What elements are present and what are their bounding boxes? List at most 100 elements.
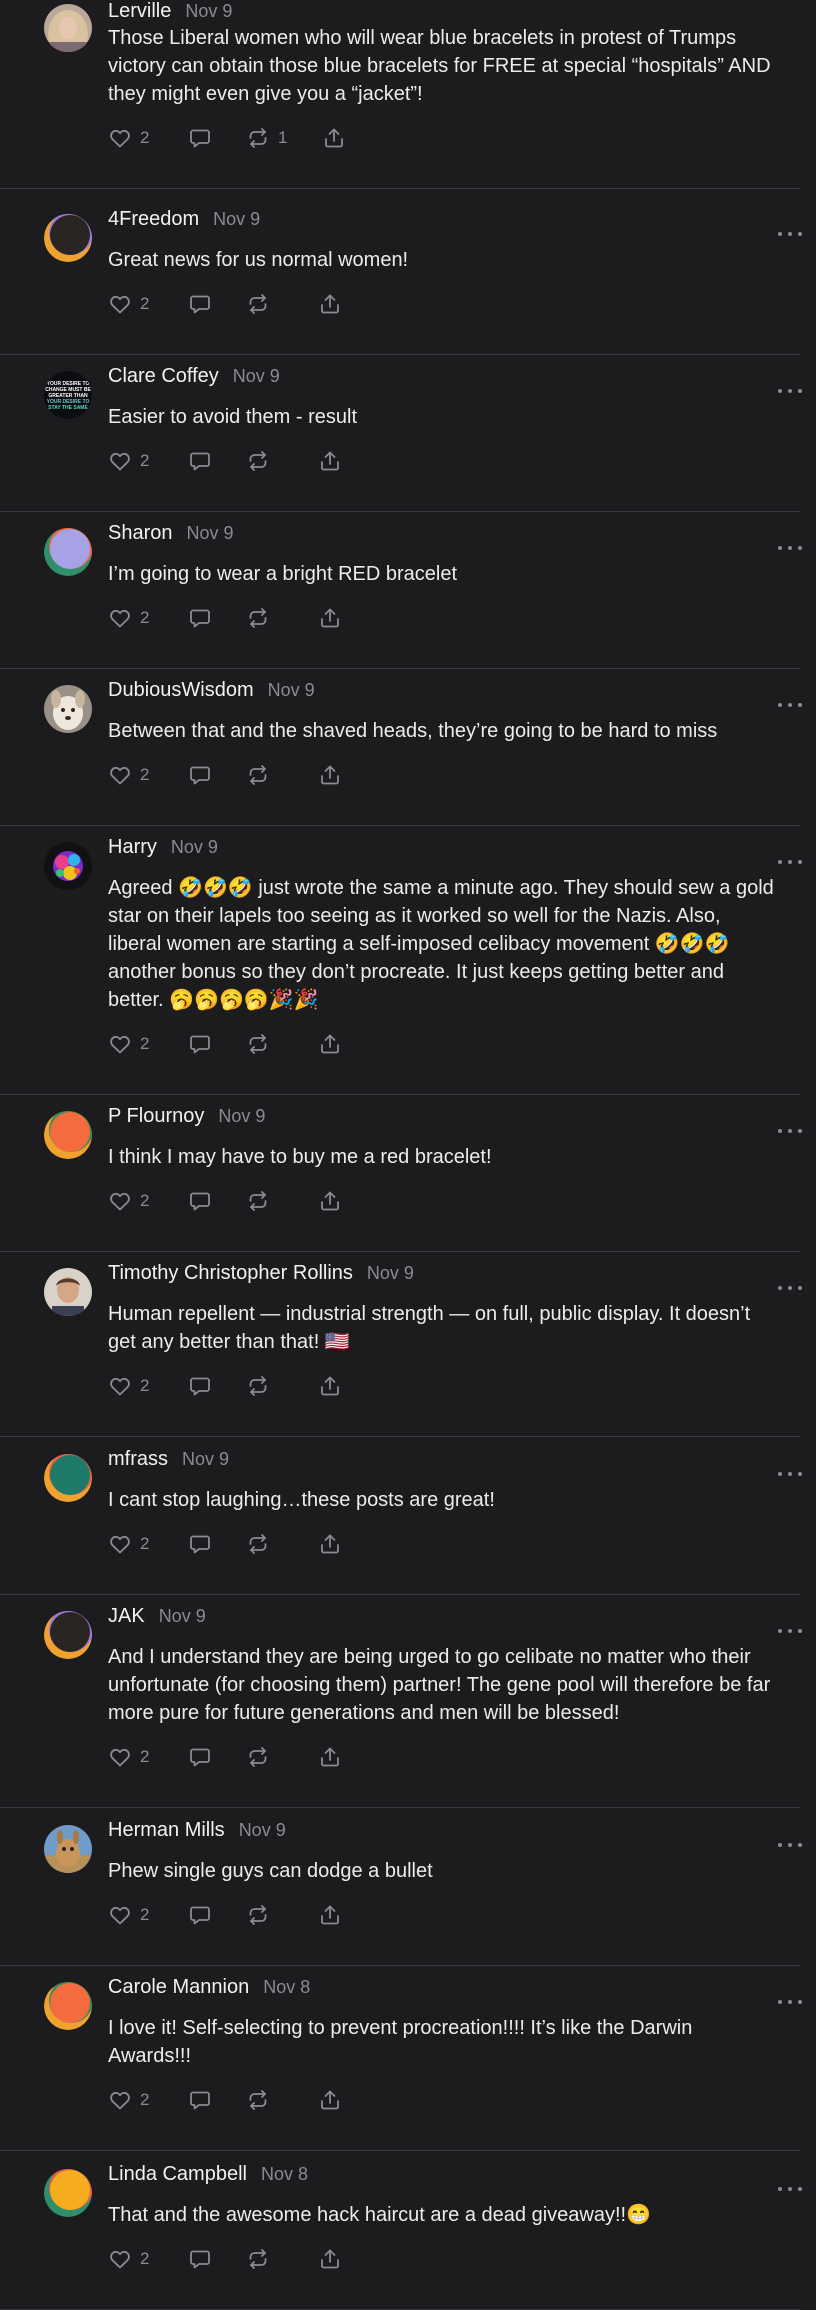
- share-button[interactable]: [318, 1372, 342, 1400]
- like-button[interactable]: 2: [108, 1530, 149, 1558]
- comment-date[interactable]: Nov 9: [185, 1, 232, 22]
- more-options-icon[interactable]: [778, 1127, 802, 1135]
- commenter-name[interactable]: Carole Mannion: [108, 1976, 249, 1999]
- like-button[interactable]: 2: [108, 447, 149, 475]
- comment-date[interactable]: Nov 9: [171, 837, 218, 858]
- like-button[interactable]: 2: [108, 1901, 149, 1929]
- share-button[interactable]: [318, 1530, 342, 1558]
- avatar[interactable]: [44, 4, 92, 52]
- avatar[interactable]: [44, 2169, 92, 2217]
- more-options-icon[interactable]: [778, 1284, 802, 1292]
- reply-button[interactable]: [188, 1187, 212, 1215]
- share-button[interactable]: [318, 290, 342, 318]
- reply-button[interactable]: [188, 124, 212, 152]
- avatar[interactable]: [44, 1454, 92, 1502]
- avatar[interactable]: [44, 1982, 92, 2030]
- restack-button[interactable]: 1: [246, 124, 287, 152]
- restack-button[interactable]: [246, 1530, 270, 1558]
- like-button[interactable]: 2: [108, 290, 149, 318]
- comment-date[interactable]: Nov 8: [263, 1977, 310, 1998]
- more-options-icon[interactable]: [778, 1470, 802, 1478]
- like-button[interactable]: 2: [108, 604, 149, 632]
- comment-date[interactable]: Nov 9: [159, 1606, 206, 1627]
- restack-button[interactable]: [246, 290, 270, 318]
- restack-button[interactable]: [246, 1030, 270, 1058]
- avatar[interactable]: [44, 1111, 92, 1159]
- more-options-icon[interactable]: [778, 544, 802, 552]
- reply-button[interactable]: [188, 761, 212, 789]
- commenter-name[interactable]: 4Freedom: [108, 208, 199, 231]
- like-button[interactable]: 2: [108, 1187, 149, 1215]
- comment-date[interactable]: Nov 9: [218, 1106, 265, 1127]
- comment-date[interactable]: Nov 9: [213, 209, 260, 230]
- reply-button[interactable]: [188, 1030, 212, 1058]
- like-button[interactable]: 2: [108, 1743, 149, 1771]
- avatar[interactable]: [44, 1825, 92, 1873]
- more-options-icon[interactable]: [778, 2185, 802, 2193]
- reply-button[interactable]: [188, 1372, 212, 1400]
- share-button[interactable]: [318, 447, 342, 475]
- more-options-icon[interactable]: [778, 1627, 802, 1635]
- like-button[interactable]: 2: [108, 2086, 149, 2114]
- commenter-name[interactable]: P Flournoy: [108, 1105, 204, 1128]
- reply-button[interactable]: [188, 447, 212, 475]
- commenter-name[interactable]: Herman Mills: [108, 1819, 225, 1842]
- share-button[interactable]: [318, 2245, 342, 2273]
- comment-date[interactable]: Nov 9: [239, 1820, 286, 1841]
- like-button[interactable]: 2: [108, 1372, 149, 1400]
- commenter-name[interactable]: Harry: [108, 836, 157, 859]
- restack-button[interactable]: [246, 1743, 270, 1771]
- reply-button[interactable]: [188, 604, 212, 632]
- more-options-icon[interactable]: [778, 858, 802, 866]
- like-button[interactable]: 2: [108, 1030, 149, 1058]
- avatar[interactable]: [44, 214, 92, 262]
- reply-button[interactable]: [188, 1743, 212, 1771]
- commenter-name[interactable]: Timothy Christopher Rollins: [108, 1262, 353, 1285]
- share-button[interactable]: [322, 124, 346, 152]
- restack-button[interactable]: [246, 447, 270, 475]
- more-options-icon[interactable]: [778, 1841, 802, 1849]
- restack-button[interactable]: [246, 2245, 270, 2273]
- avatar[interactable]: [44, 685, 92, 733]
- restack-button[interactable]: [246, 1901, 270, 1929]
- comment-date[interactable]: Nov 9: [182, 1449, 229, 1470]
- restack-button[interactable]: [246, 2086, 270, 2114]
- reply-button[interactable]: [188, 2086, 212, 2114]
- comment-date[interactable]: Nov 9: [233, 366, 280, 387]
- avatar[interactable]: [44, 1268, 92, 1316]
- share-button[interactable]: [318, 1743, 342, 1771]
- more-options-icon[interactable]: [778, 701, 802, 709]
- like-button[interactable]: 2: [108, 124, 149, 152]
- share-button[interactable]: [318, 1901, 342, 1929]
- commenter-name[interactable]: Lerville: [108, 0, 171, 23]
- commenter-name[interactable]: Sharon: [108, 522, 173, 545]
- commenter-name[interactable]: Linda Campbell: [108, 2163, 247, 2186]
- comment-date[interactable]: Nov 9: [268, 680, 315, 701]
- comment-date[interactable]: Nov 8: [261, 2164, 308, 2185]
- commenter-name[interactable]: DubiousWisdom: [108, 679, 254, 702]
- restack-button[interactable]: [246, 761, 270, 789]
- share-button[interactable]: [318, 2086, 342, 2114]
- share-button[interactable]: [318, 761, 342, 789]
- like-button[interactable]: 2: [108, 761, 149, 789]
- reply-button[interactable]: [188, 2245, 212, 2273]
- commenter-name[interactable]: Clare Coffey: [108, 365, 219, 388]
- share-button[interactable]: [318, 1030, 342, 1058]
- share-button[interactable]: [318, 1187, 342, 1215]
- reply-button[interactable]: [188, 1901, 212, 1929]
- avatar[interactable]: [44, 1611, 92, 1659]
- commenter-name[interactable]: JAK: [108, 1605, 145, 1628]
- more-options-icon[interactable]: [778, 387, 802, 395]
- restack-button[interactable]: [246, 1187, 270, 1215]
- avatar[interactable]: [44, 528, 92, 576]
- commenter-name[interactable]: mfrass: [108, 1448, 168, 1471]
- like-button[interactable]: 2: [108, 2245, 149, 2273]
- comment-date[interactable]: Nov 9: [187, 523, 234, 544]
- share-button[interactable]: [318, 604, 342, 632]
- restack-button[interactable]: [246, 604, 270, 632]
- more-options-icon[interactable]: [778, 230, 802, 238]
- reply-button[interactable]: [188, 290, 212, 318]
- comment-date[interactable]: Nov 9: [367, 1263, 414, 1284]
- more-options-icon[interactable]: [778, 1998, 802, 2006]
- avatar[interactable]: YOUR DESIRE TO CHANGE MUST BE GREATER TH…: [44, 371, 92, 419]
